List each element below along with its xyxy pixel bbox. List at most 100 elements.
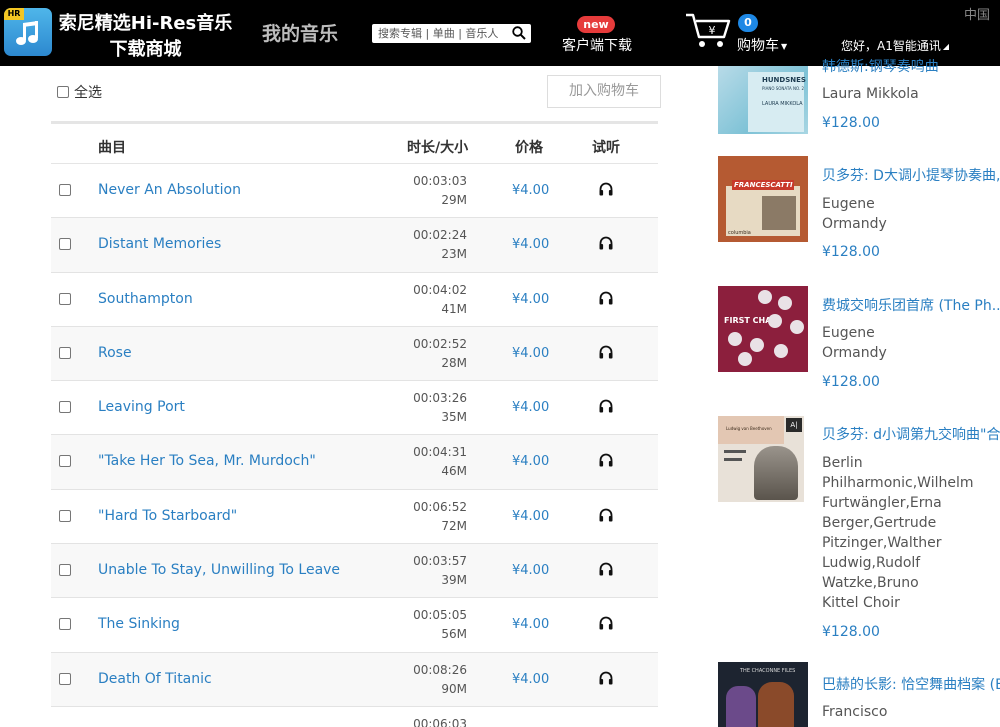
headphones-icon[interactable] [598,615,614,631]
track-title[interactable]: Never An Absolution [98,182,241,198]
headphones-icon[interactable] [598,561,614,577]
track-checkbox[interactable] [59,346,71,359]
album-artist: Ormandy [822,345,887,361]
track-price: ¥4.00 [512,617,550,633]
track-title[interactable]: Distant Memories [98,236,221,252]
table-row: 00:06:03 [51,707,658,727]
track-checkbox[interactable] [59,455,71,468]
track-checkbox[interactable] [59,401,71,414]
album-cover[interactable]: THE CHACONNE FILES [718,662,808,727]
track-duration: 00:03:57 [413,554,467,569]
headphones-icon[interactable] [598,290,614,306]
hr-badge: HR [4,8,24,20]
album-cover[interactable]: FRANCESCATTI columbia [718,156,808,242]
track-checkbox[interactable] [59,618,71,631]
track-title[interactable]: Southampton [98,291,193,307]
headphones-icon[interactable] [598,235,614,251]
headphones-icon[interactable] [598,507,614,523]
track-checkbox[interactable] [59,509,71,522]
album-artist: Berger,Gertrude [822,515,937,531]
headphones-icon[interactable] [598,344,614,360]
album-cover[interactable]: Ludwig van Beethoven A| [718,416,804,502]
select-all-checkbox[interactable] [57,86,69,98]
album-title[interactable]: 费城交响乐团首席 (The Ph... [822,295,1000,315]
table-row: Distant Memories 00:02:24 23M ¥4.00 [51,218,658,273]
album-price: ¥128.00 [822,244,880,260]
track-price: ¥4.00 [512,508,550,524]
track-checkbox[interactable] [59,564,71,577]
album-artist: Eugene [822,325,875,341]
track-duration: 00:08:26 [413,662,467,677]
album-artist: Laura Mikkola [822,86,919,102]
headphones-icon[interactable] [598,398,614,414]
track-price: ¥4.00 [512,183,550,198]
album-price: ¥128.00 [822,374,880,390]
track-title[interactable]: "Take Her To Sea, Mr. Murdoch" [98,453,316,469]
album-artist: Berlin [822,455,863,471]
album-artist: Kittel Choir [822,595,900,611]
site-brand-line1[interactable]: 索尼精选Hi-Res音乐 [58,9,233,35]
album-title[interactable]: 韩德斯:钢琴奏鸣曲 [822,56,1000,76]
album-cover[interactable]: FIRST CHAIR [718,286,808,372]
album-artist: Eugene [822,196,875,212]
search-input[interactable] [378,25,508,42]
album-artist: Pitzinger,Walther [822,535,942,551]
track-price: ¥4.00 [512,671,550,687]
svg-text:¥: ¥ [709,24,716,37]
album-title[interactable]: 贝多芬: d小调第九交响曲"合唱" [822,424,1000,444]
cover-text: A| [786,418,802,432]
add-to-cart-button[interactable]: 加入购物车 [547,75,661,108]
headphones-icon[interactable] [598,452,614,468]
search-icon[interactable] [512,26,526,40]
table-row: Death Of Titanic 00:08:26 90M ¥4.00 [51,652,658,707]
track-price: ¥4.00 [512,291,550,307]
track-duration: 00:03:26 [413,391,467,406]
track-checkbox[interactable] [59,672,71,685]
album-artist: Ludwig,Rudolf [822,555,921,571]
track-title[interactable]: Leaving Port [98,399,185,415]
cover-text: PIANO SONATA NO. 2 [762,86,805,91]
column-header-preview: 试听 [592,140,620,156]
album-artist: Watzke,Bruno [822,575,919,591]
track-checkbox[interactable] [59,238,71,251]
track-price: ¥4.00 [512,563,550,579]
album-title[interactable]: 巴赫的长影: 恰空舞曲档案 (B... [822,674,1000,694]
table-row: The Sinking 00:05:05 56M ¥4.00 [51,598,658,653]
track-size: 72M [441,518,467,533]
track-checkbox[interactable] [59,184,71,196]
cover-text: THE CHACONNE FILES [740,668,796,674]
track-title[interactable]: The Sinking [98,616,180,632]
table-row: Southampton 00:04:02 41M ¥4.00 [51,273,658,327]
cover-text: FRANCESCATTI [734,181,793,189]
track-duration: 00:03:03 [413,174,467,188]
client-download-link[interactable]: 客户端下载 [562,35,632,55]
album-price: ¥128.00 [822,624,880,640]
track-price: ¥4.00 [512,237,550,253]
track-rows: Never An Absolution 00:03:03 29M ¥4.00 Dista… [51,164,658,727]
track-title[interactable]: Death Of Titanic [98,671,212,687]
track-size: 46M [441,464,467,479]
track-checkbox[interactable] [59,292,71,305]
track-table: 曲目 时长/大小 价格 试听 Never An Absolution 00:03:… [51,121,658,727]
headphones-icon[interactable] [598,181,614,197]
site-brand-line2[interactable]: 下载商城 [58,35,233,61]
track-price: ¥4.00 [512,454,550,470]
album-title[interactable]: 贝多芬: D大调小提琴协奏曲, [822,165,1000,185]
album-artist: Philharmonic,Wilhelm [822,475,974,491]
new-badge: new [577,16,615,33]
my-music-link[interactable]: 我的音乐 [262,19,338,46]
select-all[interactable]: 全选 [57,82,102,102]
album-artist: Ormandy [822,216,887,232]
track-title[interactable]: "Hard To Starboard" [98,508,237,524]
track-duration: 00:02:52 [413,336,467,351]
track-duration: 00:05:05 [413,608,467,623]
hires-logo[interactable]: HR [4,8,52,56]
track-title[interactable]: Unable To Stay, Unwilling To Leave [98,562,340,578]
column-header-duration-size: 时长/大小 [407,140,469,156]
album-cover[interactable]: HUNDSNES PIANO SONATA NO. 2 LAURA MIKKOL… [718,66,808,134]
track-duration: 00:02:24 [413,228,467,243]
headphones-icon[interactable] [598,670,614,686]
table-row: Rose 00:02:52 28M ¥4.00 [51,326,658,382]
track-duration: 00:06:52 [413,499,467,514]
track-title[interactable]: Rose [98,345,132,361]
